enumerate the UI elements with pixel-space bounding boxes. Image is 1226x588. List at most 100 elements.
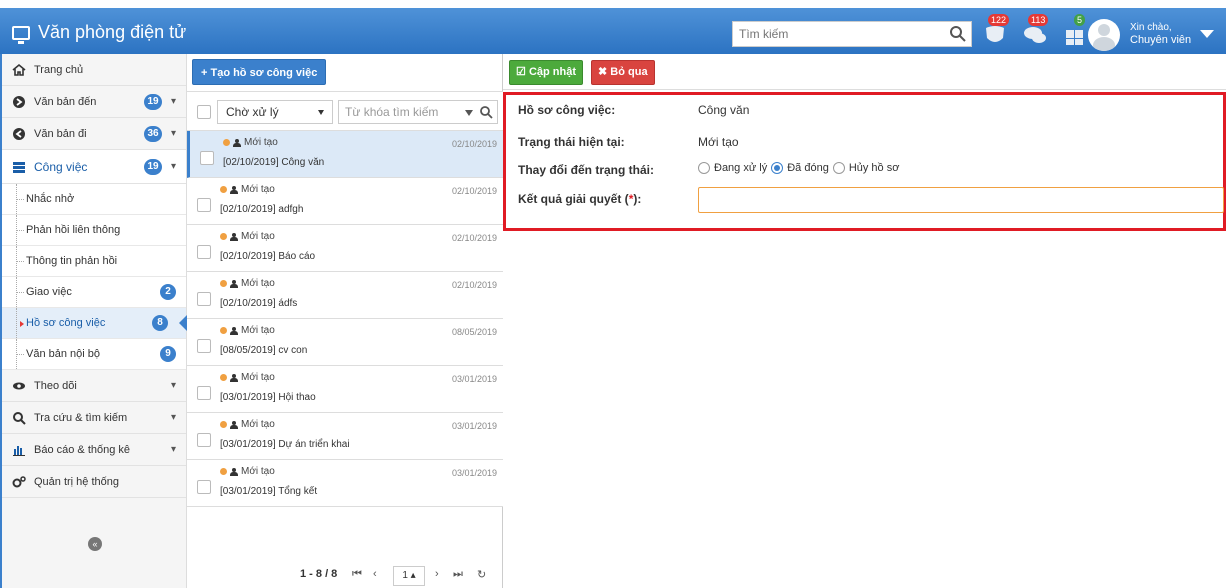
- sidebar-subitem-task-profile[interactable]: Hồ sơ công việc 8: [2, 308, 187, 339]
- row-checkbox[interactable]: [197, 198, 211, 212]
- sidebar-item-reports[interactable]: Báo cáo & thống kê ▾: [2, 434, 186, 466]
- row-checkbox[interactable]: [197, 245, 211, 259]
- row-title: [02/10/2019] ádfs: [220, 298, 298, 309]
- status-label: Mới tạo: [241, 184, 275, 195]
- sidebar-item-incoming[interactable]: Văn bản đến 19 ▾: [2, 86, 186, 118]
- status-filter-value: Chờ xử lý: [226, 105, 279, 119]
- filter-caret-icon[interactable]: [465, 110, 473, 116]
- active-arrow-icon: [20, 321, 24, 327]
- status-radio-group: Đang xử lý Đã đóng Hủy hồ sơ: [698, 162, 899, 174]
- app-title[interactable]: Văn phòng điện tử: [12, 22, 187, 44]
- row-title: [02/10/2019] Công văn: [223, 157, 325, 168]
- list-item[interactable]: Mới tạo 03/01/2019 [03/01/2019] Dự án tr…: [187, 413, 503, 460]
- row-title: [03/01/2019] Dự án triển khai: [220, 439, 350, 450]
- chevron-down-icon: ▾: [170, 161, 176, 172]
- user-menu-caret-icon[interactable]: [1200, 30, 1214, 38]
- prev-page-icon[interactable]: ‹: [373, 568, 377, 580]
- select-all-checkbox[interactable]: [197, 105, 211, 119]
- messages-badge: 113: [1028, 14, 1049, 26]
- status-dot-icon: [223, 139, 230, 146]
- search-icon: [12, 411, 26, 425]
- user-role: Chuyên viên: [1130, 34, 1192, 46]
- status-filter-select[interactable]: Chờ xử lý: [217, 100, 333, 124]
- search-box: [732, 21, 972, 47]
- radio-processing[interactable]: [698, 162, 710, 174]
- arrow-right-circle-icon: [12, 95, 26, 109]
- status-label: Mới tạo: [241, 325, 275, 336]
- sidebar-subitem-feedback-info[interactable]: Thông tin phản hồi: [2, 246, 186, 277]
- list-item[interactable]: Mới tạo 08/05/2019 [08/05/2019] cv con: [187, 319, 503, 366]
- status: Mới tạo: [220, 325, 275, 336]
- result-input[interactable]: [698, 187, 1224, 213]
- top-icons: 122 113 5: [982, 14, 1088, 48]
- profile-value: Công văn: [698, 103, 750, 117]
- row-date: 02/10/2019: [451, 280, 497, 290]
- sidebar-subitem-assign[interactable]: Giao việc 2: [2, 277, 186, 308]
- row-checkbox[interactable]: [197, 433, 211, 447]
- chevron-down-icon: ▾: [170, 412, 176, 423]
- result-label-end: ):: [633, 192, 642, 206]
- radio-closed[interactable]: [771, 162, 784, 174]
- sidebar-item-search[interactable]: Tra cứu & tìm kiếm ▾: [2, 402, 186, 434]
- radio-cancel-profile[interactable]: [832, 162, 845, 174]
- current-status-label: Trạng thái hiện tại:: [518, 135, 625, 149]
- notification-button[interactable]: 122: [982, 14, 1010, 48]
- sidebar-item-home[interactable]: Trang chủ: [2, 54, 186, 86]
- result-label: Kết quả giải quyết (*):: [518, 192, 641, 206]
- sidebar-item-follow[interactable]: Theo dõi ▾: [2, 370, 186, 402]
- sidebar-subitem-internal-docs[interactable]: Văn bản nội bộ 9: [2, 339, 186, 370]
- sidebar-item-tasks[interactable]: Công việc 19 ▾: [2, 150, 186, 184]
- filter-row: Chờ xử lý Từ khóa tìm kiếm: [187, 91, 503, 131]
- next-page-icon[interactable]: ›: [435, 568, 439, 580]
- update-button[interactable]: ☑ Cập nhật: [509, 60, 583, 85]
- page-select[interactable]: 1 ▴: [393, 566, 425, 586]
- row-checkbox[interactable]: [197, 292, 211, 306]
- list-item[interactable]: Mới tạo 02/10/2019 [02/10/2019] Báo cáo: [187, 225, 503, 272]
- list-item[interactable]: Mới tạo 02/10/2019 [02/10/2019] adfgh: [187, 178, 503, 225]
- list-item[interactable]: Mới tạo 02/10/2019 [02/10/2019] Công văn: [187, 131, 503, 178]
- refresh-icon[interactable]: ↻: [477, 568, 486, 581]
- collapse-sidebar-icon[interactable]: «: [88, 537, 102, 551]
- first-page-icon[interactable]: ⏮: [352, 568, 362, 581]
- tree-line: [17, 354, 24, 355]
- sidebar-subitem-label: Giao việc: [26, 286, 72, 298]
- app-title-text: Văn phòng điện tử: [38, 22, 187, 42]
- search-input[interactable]: [733, 22, 933, 46]
- keyword-search-input[interactable]: Từ khóa tìm kiếm: [338, 100, 498, 124]
- avatar[interactable]: [1088, 19, 1120, 51]
- sidebar-subitem-reminders[interactable]: Nhắc nhở: [2, 184, 186, 215]
- sidebar-item-label: Văn bản đi: [34, 127, 87, 140]
- sidebar-subitem-linked-feedback[interactable]: Phản hồi liên thông: [2, 215, 186, 246]
- list-item[interactable]: Mới tạo 03/01/2019 [03/01/2019] Tổng kết: [187, 460, 503, 507]
- user-icon: [230, 185, 238, 194]
- status-label: Mới tạo: [241, 419, 275, 430]
- create-task-profile-button[interactable]: + Tạo hồ sơ công việc: [192, 59, 327, 85]
- list-item[interactable]: Mới tạo 02/10/2019 [02/10/2019] ádfs: [187, 272, 503, 319]
- search-icon[interactable]: [949, 25, 967, 43]
- row-date: 02/10/2019: [451, 139, 497, 149]
- sidebar-item-admin[interactable]: Quản trị hệ thống: [2, 466, 186, 498]
- user-greeting[interactable]: Xin chào, Chuyên viên: [1130, 22, 1191, 46]
- user-icon: [230, 279, 238, 288]
- status: Mới tạo: [220, 466, 275, 477]
- row-checkbox[interactable]: [197, 386, 211, 400]
- notification-badge: 122: [988, 14, 1010, 26]
- sidebar-subitem-label: Hồ sơ công việc: [26, 317, 106, 329]
- row-checkbox[interactable]: [197, 480, 211, 494]
- status-dot-icon: [220, 468, 227, 475]
- row-checkbox[interactable]: [197, 339, 211, 353]
- search-icon[interactable]: [479, 105, 493, 119]
- sidebar-item-outgoing[interactable]: Văn bản đi 36 ▾: [2, 118, 186, 150]
- pagination-info: 1 - 8 / 8: [300, 568, 338, 580]
- tasks-button[interactable]: 5: [1062, 14, 1088, 48]
- dropdown-caret-icon: [318, 110, 324, 115]
- messages-button[interactable]: 113: [1022, 14, 1049, 48]
- cancel-button[interactable]: ✖ Bỏ qua: [591, 60, 655, 85]
- user-icon: [230, 467, 238, 476]
- list-item[interactable]: Mới tạo 03/01/2019 [03/01/2019] Hội thao: [187, 366, 503, 413]
- row-checkbox[interactable]: [200, 151, 214, 165]
- radio-label: Đang xử lý: [714, 162, 768, 174]
- detail-panel: ☑ Cập nhật ✖ Bỏ qua Hồ sơ công việc: Côn…: [503, 54, 1226, 588]
- status-label: Mới tạo: [241, 466, 275, 477]
- last-page-icon[interactable]: ⏭: [453, 568, 463, 581]
